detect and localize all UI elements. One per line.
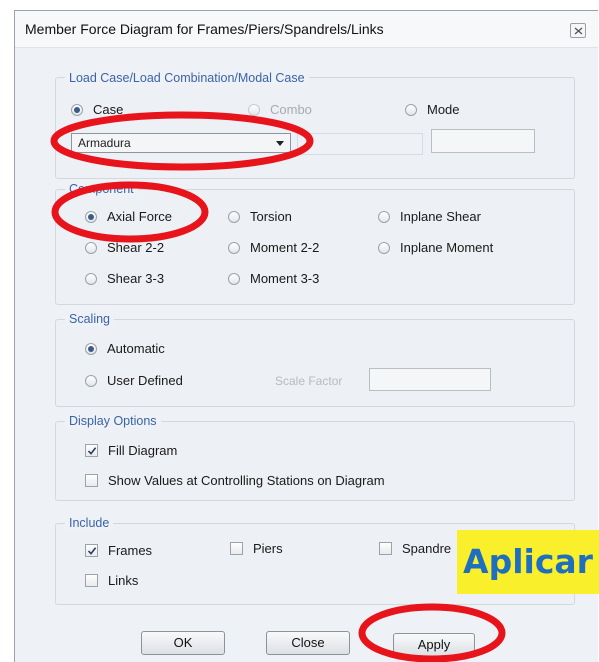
inplane-shear-radio[interactable]: Inplane Shear bbox=[378, 209, 481, 224]
load-case-group bbox=[55, 77, 575, 179]
chevron-down-icon bbox=[276, 141, 284, 146]
display-options-group bbox=[55, 421, 575, 501]
moment-3-3-radio[interactable]: Moment 3-3 bbox=[228, 271, 319, 286]
display-options-legend: Display Options bbox=[65, 414, 161, 428]
show-values-checkbox[interactable]: Show Values at Controlling Stations on D… bbox=[85, 473, 385, 488]
title-bar[interactable]: Member Force Diagram for Frames/Piers/Sp… bbox=[15, 11, 598, 48]
spandrels-checkbox[interactable]: Spandre bbox=[379, 541, 451, 556]
radio-icon bbox=[378, 241, 390, 254]
radio-icon bbox=[378, 210, 390, 223]
apply-button[interactable]: Apply bbox=[393, 633, 475, 657]
close-icon bbox=[574, 27, 583, 35]
checkbox-icon bbox=[85, 474, 98, 487]
ok-button[interactable]: OK bbox=[141, 631, 225, 655]
radio-icon bbox=[228, 241, 240, 254]
user-defined-radio[interactable]: User Defined bbox=[85, 373, 183, 388]
links-checkbox[interactable]: Links bbox=[85, 573, 138, 588]
radio-icon bbox=[85, 374, 97, 387]
load-case-value: Armadura bbox=[78, 136, 131, 150]
scale-factor-label: Scale Factor bbox=[275, 374, 343, 388]
checkbox-checked-icon bbox=[85, 544, 98, 557]
inplane-moment-radio[interactable]: Inplane Moment bbox=[378, 240, 493, 255]
checkbox-checked-icon bbox=[85, 444, 98, 457]
radio-selected-icon bbox=[85, 342, 97, 355]
radio-selected-icon bbox=[85, 210, 97, 223]
dialog-title: Member Force Diagram for Frames/Piers/Sp… bbox=[25, 21, 384, 37]
mode-number-field[interactable] bbox=[431, 129, 535, 153]
mode-radio[interactable]: Mode bbox=[405, 102, 460, 117]
shear-3-3-radio[interactable]: Shear 3-3 bbox=[85, 271, 164, 286]
scale-factor-field[interactable] bbox=[369, 368, 491, 391]
radio-icon bbox=[228, 210, 240, 223]
component-legend: Component bbox=[65, 182, 138, 196]
checkbox-icon bbox=[379, 542, 392, 555]
automatic-radio[interactable]: Automatic bbox=[85, 341, 165, 356]
moment-2-2-radio[interactable]: Moment 2-2 bbox=[228, 240, 319, 255]
torsion-radio[interactable]: Torsion bbox=[228, 209, 292, 224]
aplicar-label: Aplicar bbox=[457, 530, 599, 594]
close-window-button[interactable] bbox=[570, 23, 586, 38]
checkbox-icon bbox=[85, 574, 98, 587]
include-legend: Include bbox=[65, 516, 114, 530]
shear-2-2-radio[interactable]: Shear 2-2 bbox=[85, 240, 164, 255]
radio-selected-icon bbox=[71, 103, 83, 116]
scaling-group bbox=[55, 319, 575, 407]
checkbox-icon bbox=[230, 542, 243, 555]
axial-force-radio[interactable]: Axial Force bbox=[85, 209, 172, 224]
case-radio[interactable]: Case bbox=[71, 102, 123, 117]
radio-icon bbox=[85, 241, 97, 254]
close-button[interactable]: Close bbox=[266, 631, 350, 655]
combo-field[interactable] bbox=[297, 133, 423, 155]
fill-diagram-checkbox[interactable]: Fill Diagram bbox=[85, 443, 177, 458]
frames-checkbox[interactable]: Frames bbox=[85, 543, 152, 558]
scaling-legend: Scaling bbox=[65, 312, 114, 326]
load-case-select[interactable]: Armadura bbox=[71, 133, 291, 153]
radio-icon bbox=[85, 272, 97, 285]
combo-radio[interactable]: Combo bbox=[248, 102, 312, 117]
radio-icon bbox=[228, 272, 240, 285]
radio-icon bbox=[405, 103, 417, 116]
radio-icon bbox=[248, 103, 260, 116]
piers-checkbox[interactable]: Piers bbox=[230, 541, 283, 556]
load-case-legend: Load Case/Load Combination/Modal Case bbox=[65, 71, 309, 85]
